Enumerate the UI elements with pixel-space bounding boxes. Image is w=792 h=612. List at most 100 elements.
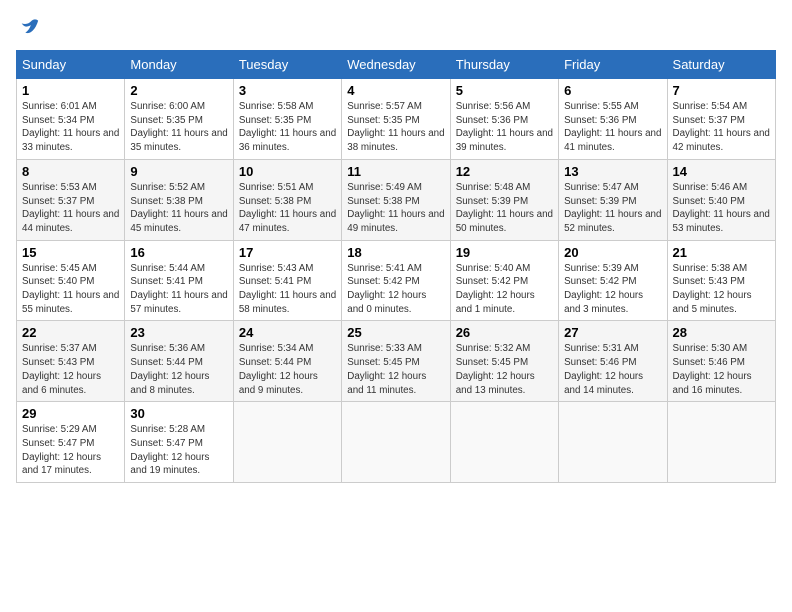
calendar-day-cell: 27 Sunrise: 5:31 AM Sunset: 5:46 PM Dayl…: [559, 321, 667, 402]
calendar-header-day: Friday: [559, 51, 667, 79]
calendar-day-cell: 23 Sunrise: 5:36 AM Sunset: 5:44 PM Dayl…: [125, 321, 233, 402]
day-info: Sunrise: 5:47 AM Sunset: 5:39 PM Dayligh…: [564, 181, 661, 236]
day-info: Sunrise: 5:45 AM Sunset: 5:40 PM Dayligh…: [22, 262, 119, 317]
calendar-header-day: Sunday: [17, 51, 125, 79]
calendar-body: 1 Sunrise: 6:01 AM Sunset: 5:34 PM Dayli…: [17, 79, 776, 483]
day-number: 20: [564, 245, 661, 260]
calendar-week-row: 22 Sunrise: 5:37 AM Sunset: 5:43 PM Dayl…: [17, 321, 776, 402]
calendar-day-cell: 26 Sunrise: 5:32 AM Sunset: 5:45 PM Dayl…: [450, 321, 558, 402]
day-number: 14: [673, 164, 770, 179]
calendar-day-cell: [450, 402, 558, 483]
day-info: Sunrise: 5:48 AM Sunset: 5:39 PM Dayligh…: [456, 181, 553, 236]
day-number: 6: [564, 83, 661, 98]
day-number: 11: [347, 164, 444, 179]
calendar-table: SundayMondayTuesdayWednesdayThursdayFrid…: [16, 50, 776, 483]
day-number: 22: [22, 325, 119, 340]
calendar-day-cell: 16 Sunrise: 5:44 AM Sunset: 5:41 PM Dayl…: [125, 240, 233, 321]
day-number: 7: [673, 83, 770, 98]
day-number: 26: [456, 325, 553, 340]
calendar-day-cell: 5 Sunrise: 5:56 AM Sunset: 5:36 PM Dayli…: [450, 79, 558, 160]
day-info: Sunrise: 5:32 AM Sunset: 5:45 PM Dayligh…: [456, 342, 553, 397]
day-info: Sunrise: 5:29 AM Sunset: 5:47 PM Dayligh…: [22, 423, 119, 478]
calendar-day-cell: 21 Sunrise: 5:38 AM Sunset: 5:43 PM Dayl…: [667, 240, 775, 321]
calendar-week-row: 8 Sunrise: 5:53 AM Sunset: 5:37 PM Dayli…: [17, 159, 776, 240]
calendar-day-cell: 4 Sunrise: 5:57 AM Sunset: 5:35 PM Dayli…: [342, 79, 450, 160]
calendar-header-day: Monday: [125, 51, 233, 79]
day-number: 5: [456, 83, 553, 98]
day-info: Sunrise: 5:38 AM Sunset: 5:43 PM Dayligh…: [673, 262, 770, 317]
calendar-day-cell: [667, 402, 775, 483]
day-number: 9: [130, 164, 227, 179]
calendar-day-cell: 30 Sunrise: 5:28 AM Sunset: 5:47 PM Dayl…: [125, 402, 233, 483]
day-info: Sunrise: 6:00 AM Sunset: 5:35 PM Dayligh…: [130, 100, 227, 155]
calendar-week-row: 15 Sunrise: 5:45 AM Sunset: 5:40 PM Dayl…: [17, 240, 776, 321]
day-info: Sunrise: 5:34 AM Sunset: 5:44 PM Dayligh…: [239, 342, 336, 397]
day-info: Sunrise: 5:56 AM Sunset: 5:36 PM Dayligh…: [456, 100, 553, 155]
day-number: 8: [22, 164, 119, 179]
day-info: Sunrise: 5:30 AM Sunset: 5:46 PM Dayligh…: [673, 342, 770, 397]
day-info: Sunrise: 5:41 AM Sunset: 5:42 PM Dayligh…: [347, 262, 444, 317]
day-number: 10: [239, 164, 336, 179]
day-number: 30: [130, 406, 227, 421]
calendar-week-row: 1 Sunrise: 6:01 AM Sunset: 5:34 PM Dayli…: [17, 79, 776, 160]
day-number: 12: [456, 164, 553, 179]
day-info: Sunrise: 5:31 AM Sunset: 5:46 PM Dayligh…: [564, 342, 661, 397]
calendar-day-cell: 17 Sunrise: 5:43 AM Sunset: 5:41 PM Dayl…: [233, 240, 341, 321]
calendar-day-cell: [559, 402, 667, 483]
calendar-header-day: Thursday: [450, 51, 558, 79]
calendar-day-cell: 11 Sunrise: 5:49 AM Sunset: 5:38 PM Dayl…: [342, 159, 450, 240]
day-number: 18: [347, 245, 444, 260]
day-number: 27: [564, 325, 661, 340]
day-number: 25: [347, 325, 444, 340]
day-info: Sunrise: 6:01 AM Sunset: 5:34 PM Dayligh…: [22, 100, 119, 155]
day-number: 29: [22, 406, 119, 421]
calendar-day-cell: 6 Sunrise: 5:55 AM Sunset: 5:36 PM Dayli…: [559, 79, 667, 160]
calendar-day-cell: 15 Sunrise: 5:45 AM Sunset: 5:40 PM Dayl…: [17, 240, 125, 321]
calendar-day-cell: 25 Sunrise: 5:33 AM Sunset: 5:45 PM Dayl…: [342, 321, 450, 402]
calendar-header-day: Saturday: [667, 51, 775, 79]
day-number: 21: [673, 245, 770, 260]
calendar-day-cell: 2 Sunrise: 6:00 AM Sunset: 5:35 PM Dayli…: [125, 79, 233, 160]
logo: [16, 16, 40, 38]
calendar-day-cell: 24 Sunrise: 5:34 AM Sunset: 5:44 PM Dayl…: [233, 321, 341, 402]
calendar-day-cell: 7 Sunrise: 5:54 AM Sunset: 5:37 PM Dayli…: [667, 79, 775, 160]
calendar-day-cell: 1 Sunrise: 6:01 AM Sunset: 5:34 PM Dayli…: [17, 79, 125, 160]
calendar-day-cell: 20 Sunrise: 5:39 AM Sunset: 5:42 PM Dayl…: [559, 240, 667, 321]
day-info: Sunrise: 5:53 AM Sunset: 5:37 PM Dayligh…: [22, 181, 119, 236]
day-info: Sunrise: 5:33 AM Sunset: 5:45 PM Dayligh…: [347, 342, 444, 397]
day-number: 3: [239, 83, 336, 98]
day-info: Sunrise: 5:37 AM Sunset: 5:43 PM Dayligh…: [22, 342, 119, 397]
day-number: 16: [130, 245, 227, 260]
day-info: Sunrise: 5:46 AM Sunset: 5:40 PM Dayligh…: [673, 181, 770, 236]
day-number: 19: [456, 245, 553, 260]
calendar-header-day: Wednesday: [342, 51, 450, 79]
calendar-day-cell: [233, 402, 341, 483]
day-info: Sunrise: 5:49 AM Sunset: 5:38 PM Dayligh…: [347, 181, 444, 236]
calendar-day-cell: 18 Sunrise: 5:41 AM Sunset: 5:42 PM Dayl…: [342, 240, 450, 321]
calendar-week-row: 29 Sunrise: 5:29 AM Sunset: 5:47 PM Dayl…: [17, 402, 776, 483]
calendar-day-cell: 22 Sunrise: 5:37 AM Sunset: 5:43 PM Dayl…: [17, 321, 125, 402]
day-number: 15: [22, 245, 119, 260]
day-info: Sunrise: 5:52 AM Sunset: 5:38 PM Dayligh…: [130, 181, 227, 236]
day-info: Sunrise: 5:51 AM Sunset: 5:38 PM Dayligh…: [239, 181, 336, 236]
day-info: Sunrise: 5:58 AM Sunset: 5:35 PM Dayligh…: [239, 100, 336, 155]
calendar-day-cell: 13 Sunrise: 5:47 AM Sunset: 5:39 PM Dayl…: [559, 159, 667, 240]
calendar-day-cell: 12 Sunrise: 5:48 AM Sunset: 5:39 PM Dayl…: [450, 159, 558, 240]
calendar-day-cell: 28 Sunrise: 5:30 AM Sunset: 5:46 PM Dayl…: [667, 321, 775, 402]
day-info: Sunrise: 5:54 AM Sunset: 5:37 PM Dayligh…: [673, 100, 770, 155]
calendar-day-cell: 9 Sunrise: 5:52 AM Sunset: 5:38 PM Dayli…: [125, 159, 233, 240]
day-info: Sunrise: 5:55 AM Sunset: 5:36 PM Dayligh…: [564, 100, 661, 155]
day-number: 1: [22, 83, 119, 98]
day-number: 2: [130, 83, 227, 98]
day-info: Sunrise: 5:44 AM Sunset: 5:41 PM Dayligh…: [130, 262, 227, 317]
day-number: 13: [564, 164, 661, 179]
logo-bird-icon: [18, 16, 40, 38]
day-info: Sunrise: 5:28 AM Sunset: 5:47 PM Dayligh…: [130, 423, 227, 478]
calendar-day-cell: 3 Sunrise: 5:58 AM Sunset: 5:35 PM Dayli…: [233, 79, 341, 160]
calendar-header-day: Tuesday: [233, 51, 341, 79]
calendar-day-cell: [342, 402, 450, 483]
page-header: [16, 16, 776, 38]
day-info: Sunrise: 5:43 AM Sunset: 5:41 PM Dayligh…: [239, 262, 336, 317]
day-number: 4: [347, 83, 444, 98]
calendar-day-cell: 10 Sunrise: 5:51 AM Sunset: 5:38 PM Dayl…: [233, 159, 341, 240]
